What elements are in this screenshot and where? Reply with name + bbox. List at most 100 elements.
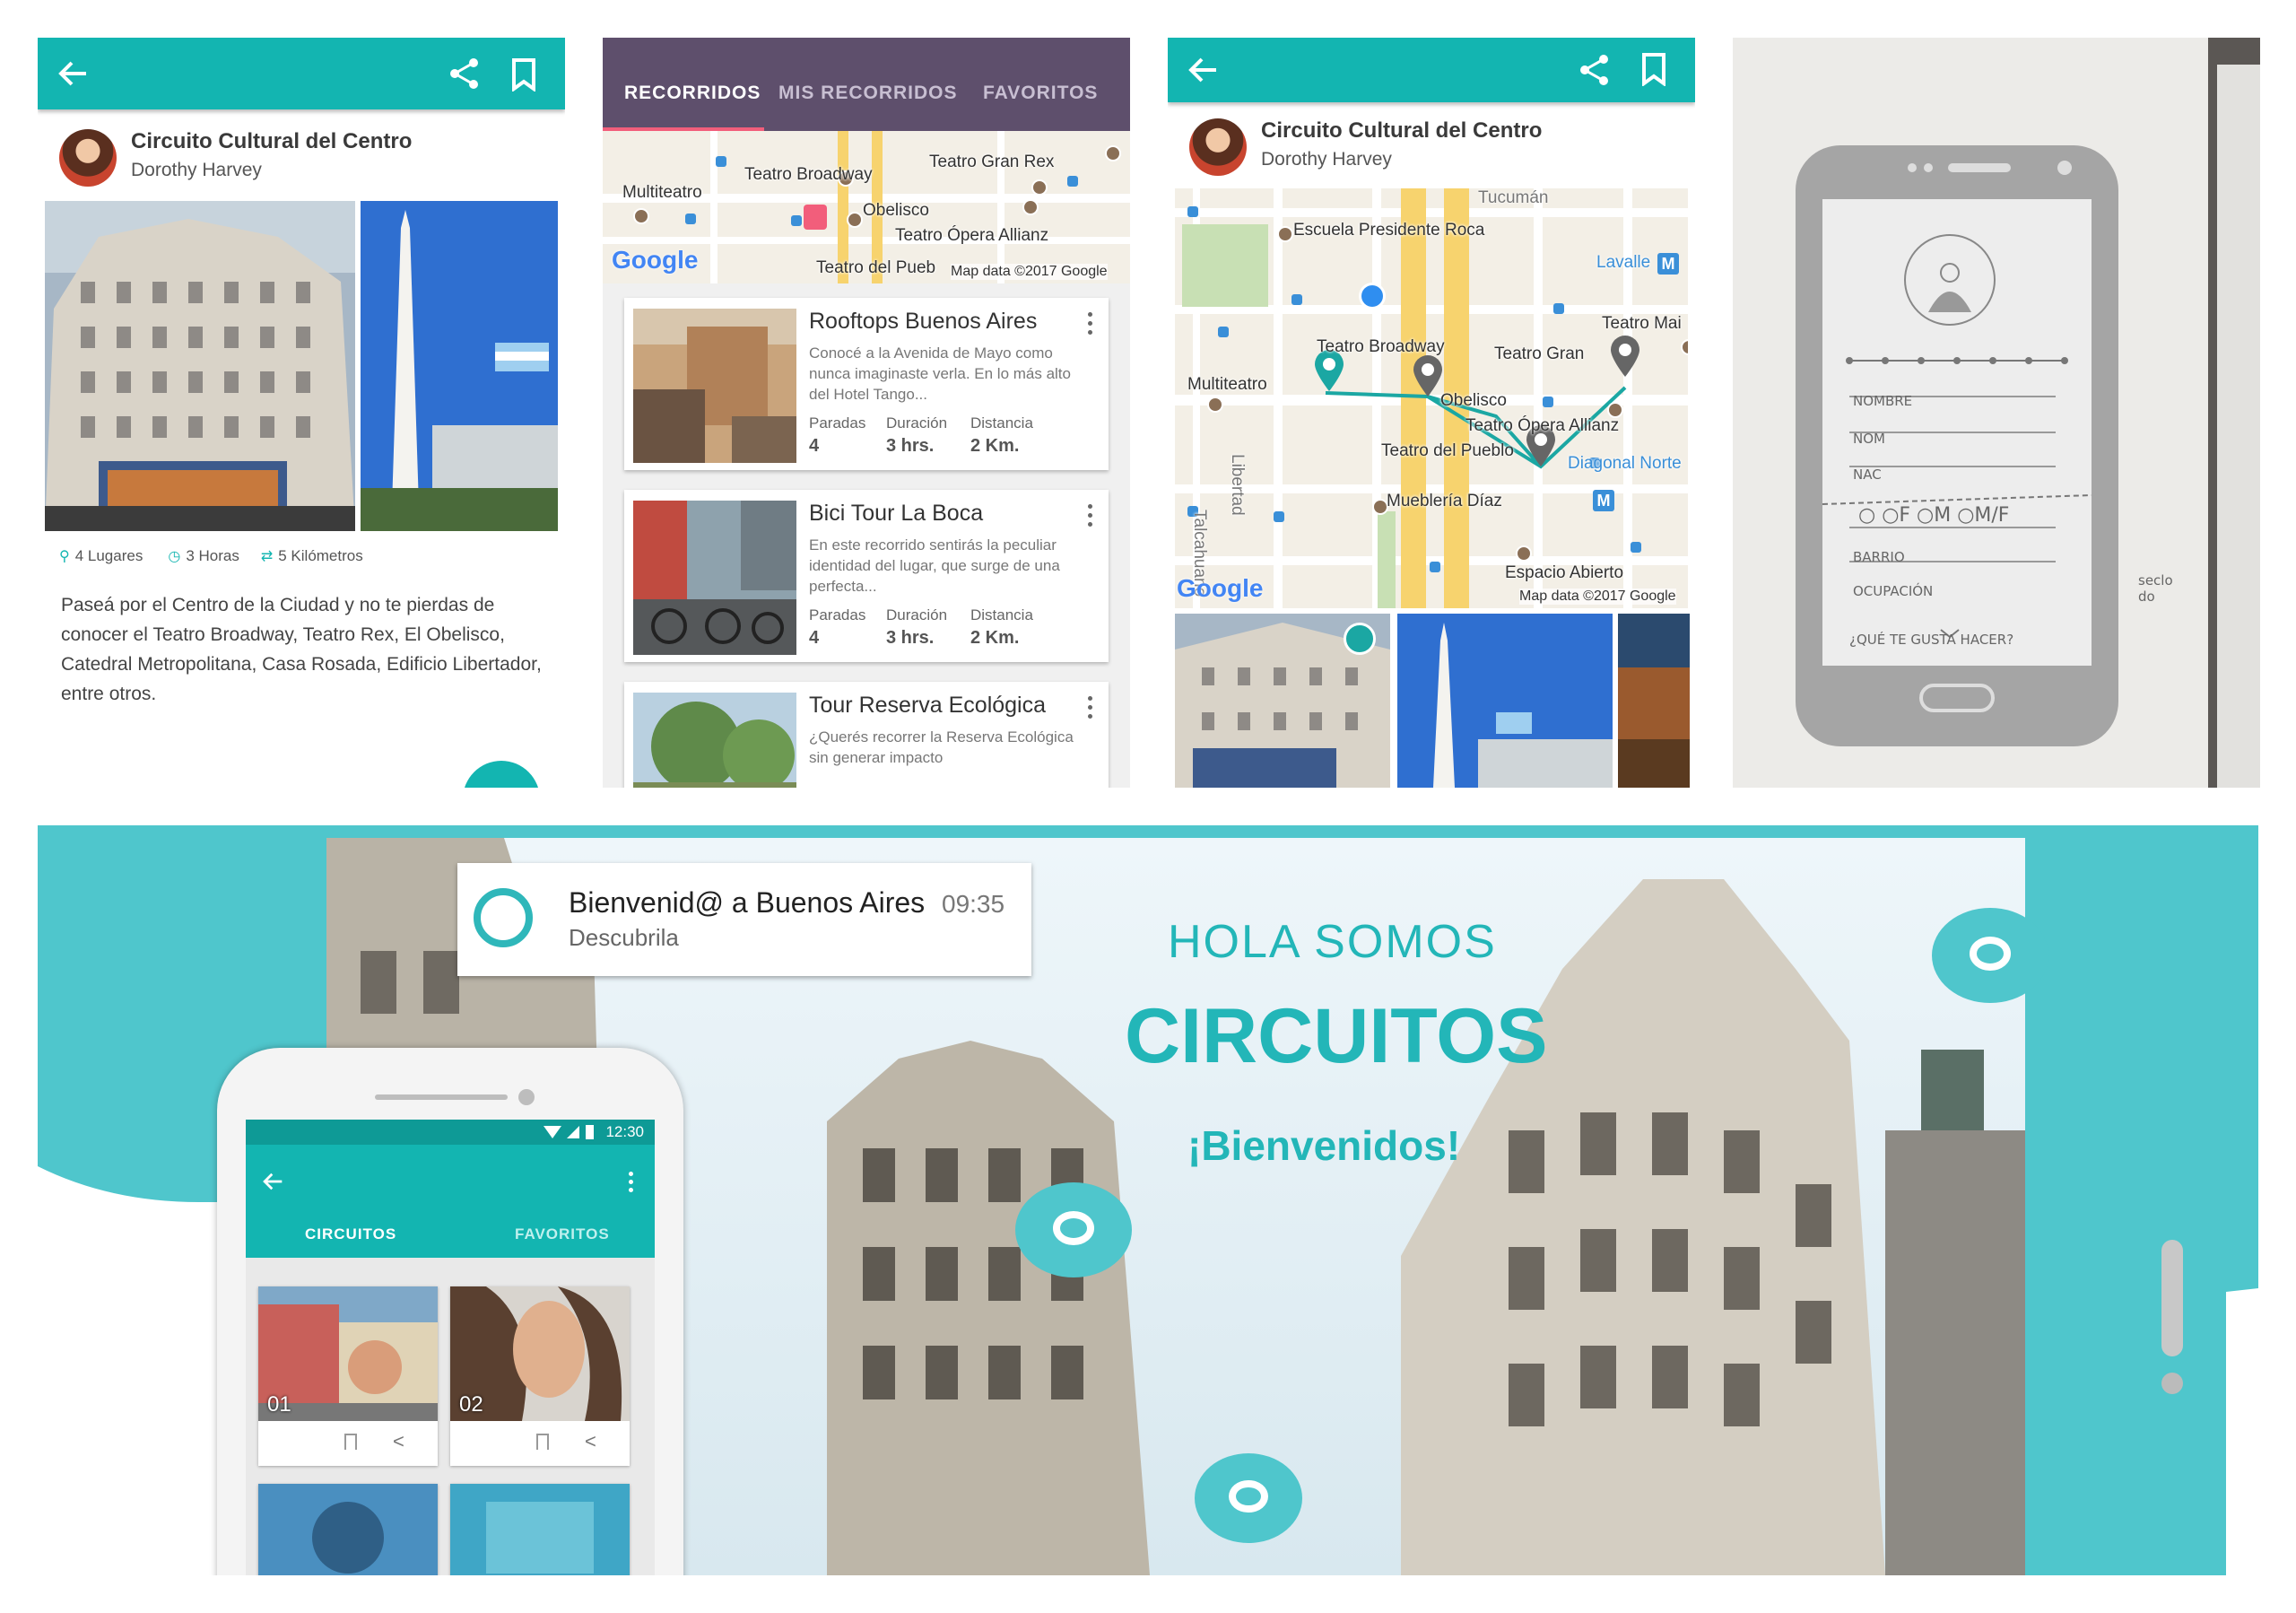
- overflow-menu-icon[interactable]: [1088, 504, 1092, 531]
- poi-icon: [1516, 545, 1532, 562]
- map-label-lavalle: Lavalle: [1596, 253, 1651, 272]
- hero-greeting: HOLA SOMOS: [1168, 916, 1497, 968]
- back-arrow-icon[interactable]: [262, 1172, 283, 1191]
- transit-icon: [1187, 206, 1198, 217]
- bookmark-icon[interactable]: [511, 57, 536, 92]
- tour-card[interactable]: Tour Reserva Ecológica ¿Querés recorrer …: [624, 682, 1109, 788]
- wifi-icon: [544, 1126, 561, 1138]
- map-label-gran: Teatro Gran: [1494, 344, 1585, 363]
- map-label-opera: Teatro Ópera Allianz: [895, 226, 1049, 245]
- tour-thumbnail: [633, 693, 796, 788]
- map-label-diagonal: Diagonal Norte: [1568, 454, 1682, 473]
- route-title: Circuito Cultural del Centro: [1261, 118, 1543, 143]
- phone-tab-favoritos[interactable]: FAVORITOS: [515, 1225, 610, 1243]
- bookmark-icon[interactable]: [1641, 52, 1666, 86]
- google-logo: Google: [1177, 574, 1264, 602]
- tour-desc: ¿Querés recorrer la Reserva Ecológica si…: [809, 728, 1074, 766]
- sketch-label-barrio: BARRIO: [1853, 549, 1905, 565]
- back-arrow-icon[interactable]: [57, 59, 88, 88]
- route-map[interactable]: M M Tucumán Escuela Presidente Roca Lava…: [1175, 188, 1688, 608]
- phone-mockup: 12:30 CIRCUITOS FAVORITOS 01 < 02 <: [217, 1048, 683, 1575]
- stop-marker-icon[interactable]: [1609, 334, 1641, 379]
- tab-recorridos[interactable]: RECORRIDOS: [624, 83, 761, 104]
- hotel-photo[interactable]: [45, 201, 355, 531]
- location-badge-icon: [1344, 623, 1376, 655]
- map-road: [710, 131, 718, 283]
- transit-icon: [1430, 562, 1440, 572]
- tab-favoritos[interactable]: FAVORITOS: [983, 83, 1098, 104]
- tour-title: Rooftops Buenos Aires: [809, 309, 1038, 334]
- route-photo-theatre[interactable]: [1618, 614, 1690, 788]
- subway-lavalle-icon: M: [1657, 253, 1679, 275]
- stop-marker-icon[interactable]: [1412, 353, 1444, 398]
- value-distance: 2 Km.: [970, 436, 1020, 456]
- map-attribution: Map data ©2017 Google: [1519, 589, 1676, 605]
- phone-tab-circuitos[interactable]: CIRCUITOS: [305, 1225, 396, 1243]
- label-duration: Duración: [886, 414, 948, 432]
- notification-subtitle: Descubrila: [569, 924, 679, 951]
- map-label-tucuman: Tucumán: [1478, 188, 1549, 207]
- transit-icon: [1631, 542, 1641, 553]
- tour-title: Bici Tour La Boca: [809, 501, 984, 526]
- poi-icon: [1207, 397, 1223, 413]
- label-distance: Distancia: [970, 606, 1033, 623]
- overview-map[interactable]: Teatro Gran Rex Teatro Broadway Multitea…: [603, 131, 1130, 283]
- paper-sheet-edge: [2217, 65, 2260, 788]
- clock-icon: ◷: [168, 549, 181, 564]
- circuit-tile[interactable]: [450, 1484, 630, 1575]
- selected-place-marker[interactable]: [804, 205, 827, 230]
- stat-hours: 3 Horas: [186, 547, 239, 564]
- tour-card[interactable]: Rooftops Buenos Aires Conocé a la Avenid…: [624, 298, 1109, 470]
- scroll-indicator[interactable]: [2161, 1240, 2183, 1356]
- tour-card[interactable]: Bici Tour La Boca En este recorrido sent…: [624, 490, 1109, 662]
- share-icon[interactable]: [447, 56, 483, 92]
- start-tour-fab[interactable]: [463, 761, 540, 788]
- scroll-indicator-dot: [2161, 1373, 2183, 1394]
- map-label-mai: Teatro Mai: [1602, 314, 1682, 333]
- share-icon[interactable]: [1577, 52, 1613, 88]
- map-road: [603, 237, 1130, 244]
- phone-app-bar: CIRCUITOS FAVORITOS: [246, 1145, 655, 1258]
- overflow-menu-icon[interactable]: [629, 1172, 633, 1192]
- stat-distance: 5 Kilómetros: [278, 547, 363, 564]
- share-icon[interactable]: <: [585, 1432, 596, 1452]
- circuit-tile[interactable]: 01 <: [258, 1286, 438, 1466]
- circuit-tile[interactable]: [258, 1484, 438, 1575]
- notification-title: Bienvenid@ a Buenos Aires: [569, 886, 926, 919]
- tour-title: Circuito Cultural del Centro: [131, 129, 413, 153]
- route-photo-hotel[interactable]: [1175, 614, 1390, 788]
- bookmark-icon[interactable]: [536, 1434, 549, 1450]
- back-arrow-icon[interactable]: [1187, 56, 1218, 84]
- phone-speaker: [375, 1094, 508, 1100]
- route-photo-obelisco[interactable]: [1397, 614, 1613, 788]
- tile-image: [258, 1484, 438, 1575]
- obelisco-photo[interactable]: [361, 201, 558, 531]
- sketch-label-ocupacion: OCUPACIÓN: [1853, 583, 1934, 599]
- google-logo: Google: [612, 246, 699, 274]
- bookmark-icon[interactable]: [344, 1434, 357, 1450]
- tour-desc: En este recorrido sentirás la peculiar i…: [809, 536, 1060, 595]
- sketch-label-gender: ○ ○F ○M ○M/F: [1858, 504, 2010, 527]
- overflow-menu-icon[interactable]: [1088, 696, 1092, 723]
- label-distance: Distancia: [970, 414, 1033, 432]
- overflow-menu-icon[interactable]: [1088, 312, 1092, 339]
- stat-places: 4 Lugares: [74, 547, 144, 564]
- route-line: [1325, 386, 1627, 469]
- tab-mis-recorridos[interactable]: MIS RECORRIDOS: [778, 83, 958, 104]
- share-icon[interactable]: <: [393, 1432, 404, 1452]
- value-distance: 2 Km.: [970, 628, 1020, 648]
- map-label-pueblo: Teatro del Pueb: [816, 258, 936, 277]
- push-notification[interactable]: Bienvenid@ a Buenos Aires 09:35 Descubri…: [457, 863, 1031, 976]
- sketch-side-note: seclo do: [2138, 572, 2173, 605]
- map-label-gran-rex: Teatro Gran Rex: [929, 153, 1055, 171]
- tour-thumbnail: [633, 309, 796, 463]
- tour-list-screen: RECORRIDOS MIS RECORRIDOS FAVORITOS Teat…: [603, 38, 1130, 788]
- battery-icon: [586, 1125, 594, 1139]
- sketch-label-nom: NOM: [1853, 431, 1885, 447]
- poi-icon: [1031, 179, 1048, 196]
- tour-stats: ⚲ 4 Lugares ◷ 3 Horas ⇄ 5 Kilómetros: [59, 547, 363, 565]
- transit-icon: [1553, 303, 1564, 314]
- circuit-tile[interactable]: 02 <: [450, 1286, 630, 1466]
- subway-diagonal-icon: M: [1593, 490, 1614, 511]
- transit-icon: [1292, 294, 1302, 305]
